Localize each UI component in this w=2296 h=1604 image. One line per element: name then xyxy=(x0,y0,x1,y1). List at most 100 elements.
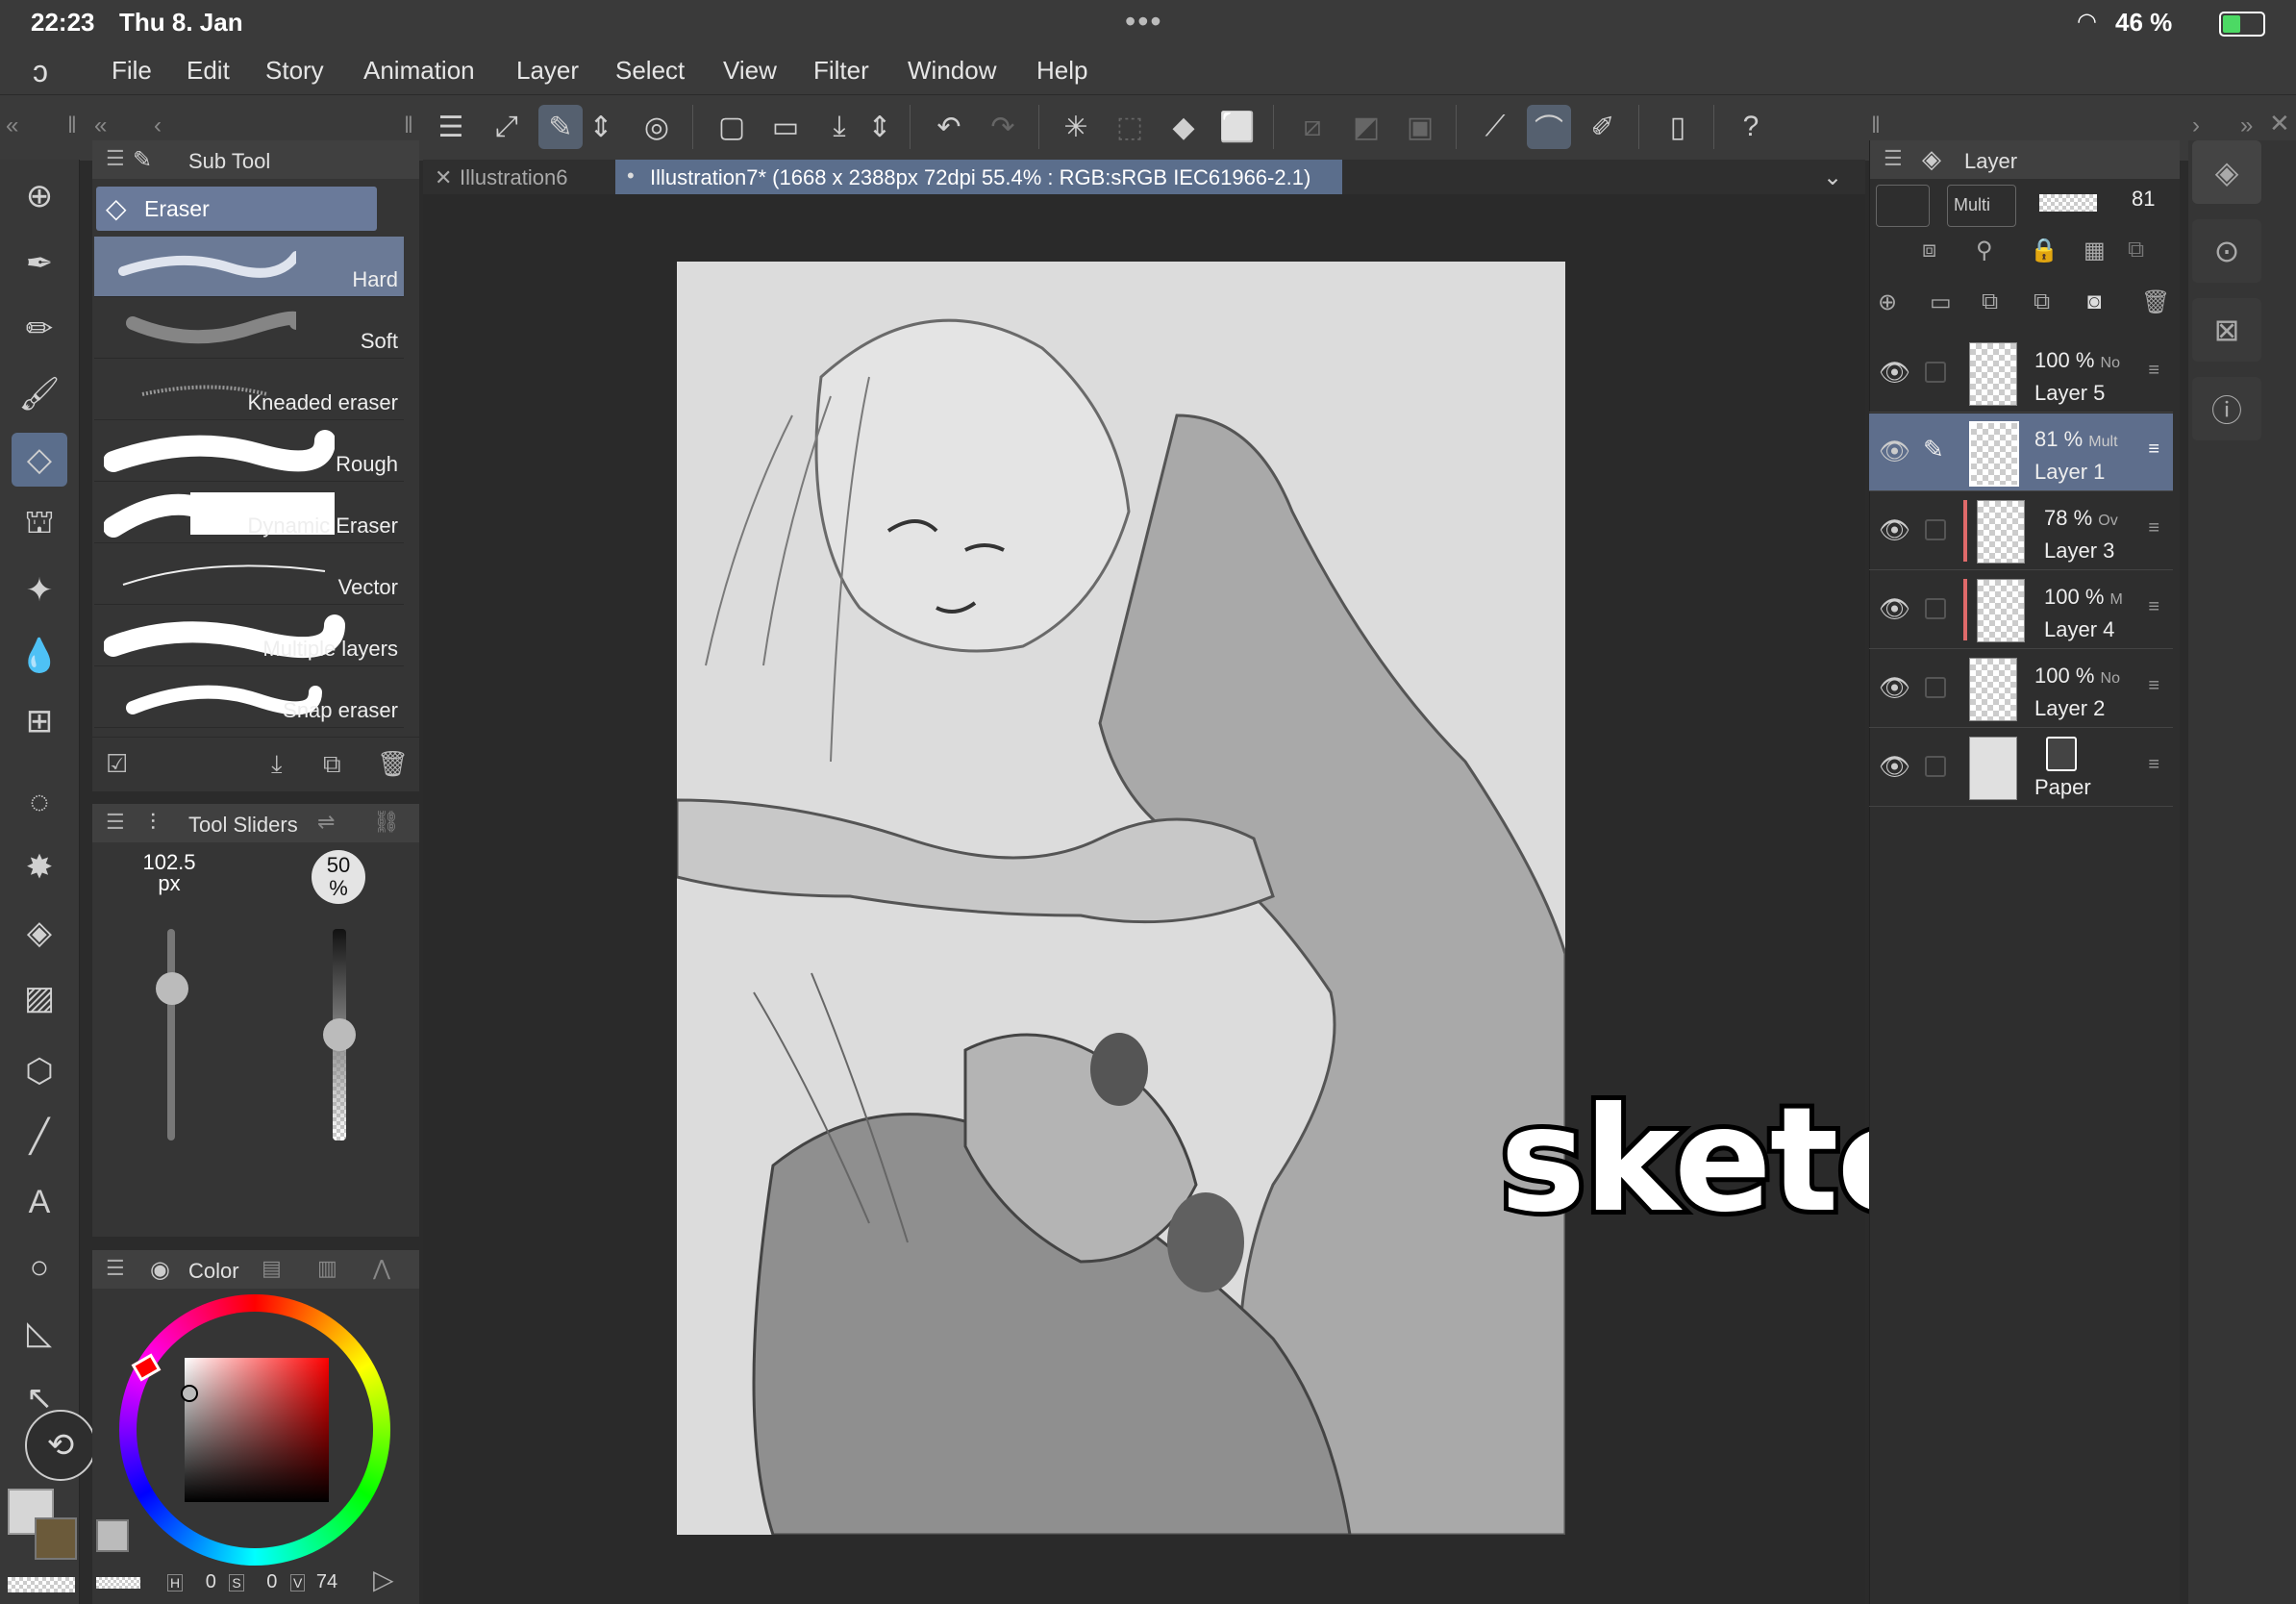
visibility-eye-icon[interactable]: 👁 xyxy=(1879,673,1910,703)
app-logo-icon[interactable]: ↄ xyxy=(33,54,48,89)
close-tab-icon[interactable]: ✕ xyxy=(435,165,452,190)
layer-menu-icon[interactable]: ≡ xyxy=(2148,596,2159,618)
brush-item-hard[interactable]: Hard xyxy=(94,237,404,297)
chevron-left-icon[interactable]: ‹ xyxy=(154,113,162,139)
color-picker-handle[interactable] xyxy=(181,1385,198,1402)
tool-property-icon[interactable]: ☑ xyxy=(106,749,128,779)
modifier-key-icon[interactable]: ⟲ xyxy=(25,1410,96,1481)
size-slider-track[interactable] xyxy=(167,929,175,1140)
layer-row[interactable]: 👁 78 % Ov Layer 3 ≡ xyxy=(1869,492,2173,570)
open-folder-icon[interactable]: ▭ xyxy=(763,105,808,149)
visibility-eye-icon[interactable]: 👁 xyxy=(1879,437,1910,466)
blend-mode-select[interactable]: Multi xyxy=(1947,185,2016,227)
menu-view[interactable]: View xyxy=(723,56,777,86)
lock-icon[interactable]: 🔒 xyxy=(2030,237,2059,264)
brush-item-vector[interactable]: Vector xyxy=(94,544,404,605)
reference-layer-icon[interactable]: ⚲ xyxy=(1976,237,1993,264)
blend-tool-icon[interactable]: 💧 xyxy=(12,629,67,683)
visibility-eye-icon[interactable]: 👁 xyxy=(1879,752,1910,782)
menu-story[interactable]: Story xyxy=(265,56,324,86)
lock-transparency-icon[interactable]: ▦ xyxy=(2084,237,2106,264)
chevron-down-icon[interactable]: ⌄ xyxy=(1823,163,1842,191)
saturation-value-square[interactable] xyxy=(185,1358,329,1502)
menu-help[interactable]: Help xyxy=(1036,56,1087,86)
opacity-slider-knob[interactable] xyxy=(323,1018,356,1051)
layer-menu-icon[interactable]: ≡ xyxy=(2148,439,2159,461)
new-folder-icon[interactable]: ▭ xyxy=(1930,288,1952,316)
layers-panel-button[interactable]: ◈ xyxy=(2192,140,2261,204)
transform-icon[interactable]: ⬜ xyxy=(1215,105,1260,149)
brush-item-kneaded-eraser[interactable]: Kneaded eraser xyxy=(94,360,404,420)
layer-row-paper[interactable]: 👁 Paper ≡ xyxy=(1869,729,2173,807)
layer-checkbox[interactable] xyxy=(1925,598,1946,619)
ruler-snap-icon[interactable]: ⟋ xyxy=(1473,105,1517,149)
invert-selection-icon[interactable]: ◩ xyxy=(1344,105,1388,149)
hamburger-menu-icon[interactable]: ☰ xyxy=(429,105,473,149)
pencil-tool-icon[interactable]: ✏ xyxy=(12,302,67,356)
artwork-canvas[interactable] xyxy=(677,262,1565,1535)
menu-animation[interactable]: Animation xyxy=(363,56,475,86)
visibility-eye-icon[interactable]: 👁 xyxy=(1879,594,1910,624)
mask-icon[interactable]: ⧉ xyxy=(2128,237,2144,263)
selection-border-icon[interactable]: ▣ xyxy=(1398,105,1442,149)
navigator-panel-button[interactable]: ⊙ xyxy=(2192,219,2261,283)
text-tool-icon[interactable]: A xyxy=(12,1175,67,1229)
select-area-icon[interactable]: ⬚ xyxy=(1108,105,1152,149)
layer-row[interactable]: 👁 100 % No Layer 2 ≡ xyxy=(1869,650,2173,728)
link-tab-icon[interactable]: ⛓ xyxy=(373,810,400,835)
redo-icon[interactable]: ↷ xyxy=(981,105,1025,149)
play-icon[interactable]: ▷ xyxy=(373,1564,394,1595)
airbrush-tool-icon[interactable]: ⛫ xyxy=(12,498,67,552)
object-select-icon[interactable]: ⬡ xyxy=(12,1044,67,1098)
tab-illustration7[interactable]: • Illustration7* (1668 x 2388px 72dpi 55… xyxy=(615,160,1342,194)
download-icon[interactable]: ⊕ xyxy=(12,169,67,223)
new-canvas-icon[interactable]: ▢ xyxy=(710,105,754,149)
material-panel-button[interactable]: ⊠ xyxy=(2192,298,2261,362)
visibility-eye-icon[interactable]: 👁 xyxy=(1879,515,1910,545)
trash-icon[interactable]: 🗑 xyxy=(377,749,409,779)
layer-row-active[interactable]: 👁 ✎ 81 % Mult Layer 1 ≡ xyxy=(1869,414,2173,491)
lasso-tool-icon[interactable]: ◌ xyxy=(12,775,67,829)
pen-snap-icon[interactable]: ✐ xyxy=(1581,105,1625,149)
color-set-tab-icon[interactable]: ▤ xyxy=(262,1256,282,1281)
collapse-right-icon[interactable]: » xyxy=(2240,113,2253,139)
layer-menu-icon[interactable]: ≡ xyxy=(2148,517,2159,539)
magic-wand-tool-icon[interactable]: ✸ xyxy=(12,840,67,894)
brush-item-soft[interactable]: Soft xyxy=(94,298,404,359)
sub-color-swatch[interactable] xyxy=(35,1517,77,1560)
loading-spinner-icon[interactable]: ✳ xyxy=(1054,105,1098,149)
layer-mask-icon[interactable]: ◙ xyxy=(2087,288,2102,315)
collapse-left-icon[interactable]: « xyxy=(6,113,18,139)
updown-icon[interactable]: ⇕ xyxy=(865,105,894,149)
brush-item-snap-eraser[interactable]: Snap eraser xyxy=(94,667,404,728)
color-history-tab-icon[interactable]: ▥ xyxy=(317,1256,337,1281)
undo-icon[interactable]: ↶ xyxy=(927,105,971,149)
current-color-swatch[interactable] xyxy=(96,1519,129,1552)
brush-item-multiple-layers[interactable]: Multiple layers xyxy=(94,606,404,666)
menu-select[interactable]: Select xyxy=(615,56,685,86)
menu-edit[interactable]: Edit xyxy=(187,56,230,86)
menu-file[interactable]: File xyxy=(112,56,152,86)
eraser-tool-icon[interactable]: ◇ xyxy=(12,433,67,487)
visibility-eye-icon[interactable]: 👁 xyxy=(1879,358,1910,388)
delete-layer-icon[interactable]: 🗑 xyxy=(2141,288,2170,316)
copy-layer-icon[interactable]: ⧉ xyxy=(2034,288,2050,315)
layer-checkbox[interactable] xyxy=(1925,756,1946,777)
brush-snap-icon[interactable]: ⌒ xyxy=(1527,105,1571,149)
line-tool-icon[interactable]: ╱ xyxy=(12,1110,67,1164)
mesh-tool-icon[interactable]: ⊞ xyxy=(12,694,67,748)
layer-row[interactable]: 👁 100 % M Layer 4 ≡ xyxy=(1869,571,2173,649)
brush-tool-icon[interactable]: 🖌 xyxy=(12,367,67,421)
close-icon[interactable]: ✕ xyxy=(2269,109,2290,138)
panel-menu-icon[interactable]: ☰ xyxy=(106,1256,125,1281)
transparent-swatch[interactable] xyxy=(8,1577,75,1592)
chevron-right-icon[interactable]: › xyxy=(2192,113,2200,139)
help-icon[interactable]: ? xyxy=(1729,105,1773,149)
spiral-icon[interactable]: ◎ xyxy=(635,105,679,149)
panel-menu-icon[interactable]: ☰ xyxy=(106,810,125,835)
brush-mode-icon[interactable]: ✎ xyxy=(538,105,583,149)
resize-icon[interactable]: ⤢ xyxy=(485,105,529,149)
import-icon[interactable]: ⤓ xyxy=(271,749,283,780)
panel-menu-icon[interactable]: ☰ xyxy=(1884,146,1903,171)
tab-illustration6[interactable]: ✕ Illustration6 xyxy=(423,160,606,194)
